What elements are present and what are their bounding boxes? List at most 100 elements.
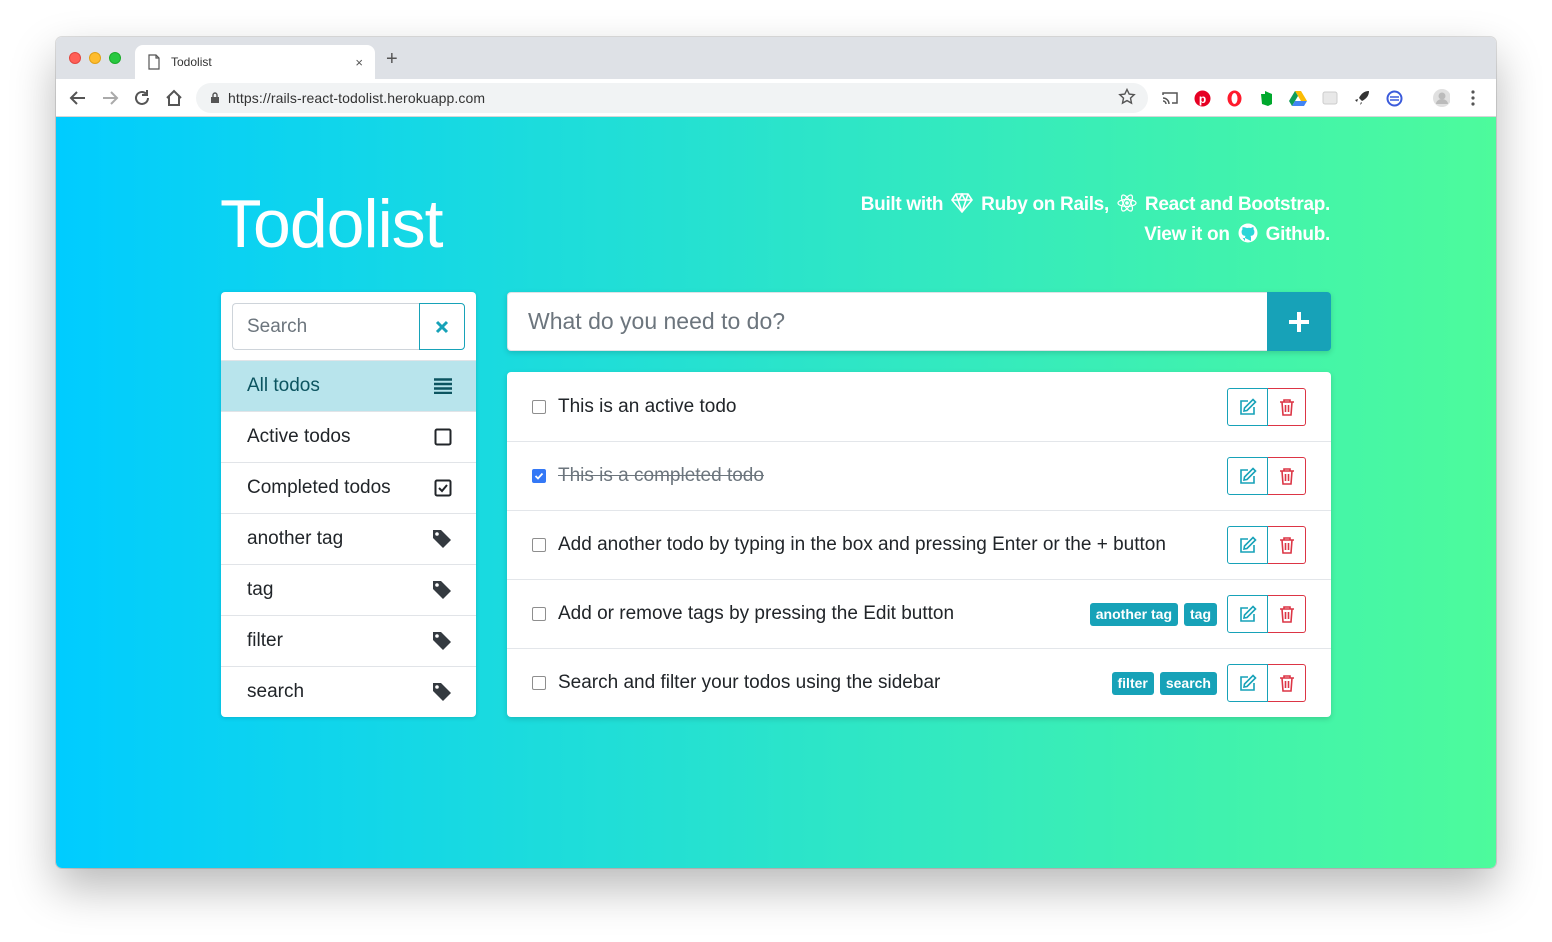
- sidebar-item-completed-todos[interactable]: Completed todos: [221, 462, 476, 513]
- edit-icon: [1239, 397, 1257, 415]
- sync-icon[interactable]: [1385, 89, 1403, 107]
- rocket-icon[interactable]: [1353, 89, 1371, 107]
- tab-close-button[interactable]: ×: [355, 55, 363, 70]
- todo-checkbox[interactable]: [532, 676, 546, 690]
- sidebar-item-label: Active todos: [247, 426, 351, 447]
- sidebar-item-label: search: [247, 681, 305, 702]
- edit-icon: [1239, 674, 1257, 691]
- trash-icon: [1279, 398, 1294, 416]
- minimize-window-button[interactable]: [89, 52, 101, 64]
- delete-button[interactable]: [1268, 664, 1306, 702]
- todo-checkbox[interactable]: [532, 399, 546, 414]
- todo-text: Search and filter your todos using the s…: [558, 672, 941, 693]
- check-square-icon: [434, 479, 452, 497]
- new-todo-form: [507, 292, 1331, 351]
- react-icon: [1117, 194, 1137, 212]
- react-bootstrap-link[interactable]: React and Bootstrap.: [1145, 194, 1330, 215]
- edit-icon: [1239, 605, 1257, 622]
- tag-badge[interactable]: another tag: [1089, 602, 1178, 626]
- zoom-window-button[interactable]: [109, 52, 121, 64]
- search-input[interactable]: [232, 303, 419, 350]
- browser-window: Todolist × + https://rails-react-todolis…: [56, 37, 1496, 868]
- new-tab-button[interactable]: +: [386, 49, 398, 69]
- back-icon[interactable]: [67, 87, 89, 109]
- todo-actions: [1227, 526, 1306, 564]
- browser-toolbar: https://rails-react-todolist.herokuapp.c…: [56, 79, 1496, 117]
- address-bar[interactable]: https://rails-react-todolist.herokuapp.c…: [196, 83, 1148, 113]
- reload-icon[interactable]: [131, 87, 153, 109]
- sidebar-item-active-todos[interactable]: Active todos: [221, 411, 476, 462]
- evernote-icon[interactable]: [1257, 89, 1275, 107]
- todo-actions: [1227, 595, 1306, 633]
- page-icon: [148, 54, 160, 70]
- list-icon: [434, 378, 452, 394]
- ruby-on-rails-link[interactable]: Ruby on Rails,: [981, 194, 1109, 215]
- square-icon: [434, 428, 452, 446]
- built-with-text: Built with: [860, 194, 944, 215]
- credits: Built with Ruby on Rails, React and Boot…: [861, 190, 1330, 250]
- close-window-button[interactable]: [69, 52, 81, 64]
- home-icon[interactable]: [163, 87, 185, 109]
- todo-checkbox[interactable]: [532, 469, 546, 483]
- edit-button[interactable]: [1227, 387, 1268, 426]
- bookmark-star-icon[interactable]: [1118, 88, 1136, 106]
- sidebar-item-all-todos[interactable]: All todos: [221, 360, 476, 411]
- tag-badge[interactable]: filter: [1111, 671, 1154, 695]
- opera-icon[interactable]: [1225, 89, 1243, 107]
- delete-button[interactable]: [1268, 457, 1306, 495]
- edit-button[interactable]: [1227, 664, 1268, 702]
- extension-icon[interactable]: [1321, 89, 1339, 107]
- svg-text:p: p: [1198, 92, 1205, 106]
- delete-button[interactable]: [1268, 595, 1306, 633]
- sidebar-item-label: another tag: [247, 528, 344, 549]
- page-title: Todolist: [220, 186, 444, 262]
- todo-item: Add or remove tags by pressing the Edit …: [507, 579, 1331, 648]
- todo-actions: [1227, 387, 1306, 426]
- edit-button[interactable]: [1227, 457, 1268, 495]
- edit-icon: [1239, 467, 1257, 484]
- tag-icon: [433, 530, 451, 548]
- trash-icon: [1279, 537, 1294, 554]
- sidebar-item-tag-tag[interactable]: tag: [221, 564, 476, 615]
- drive-icon[interactable]: [1289, 89, 1307, 107]
- sidebar-item-tag-filter[interactable]: filter: [221, 615, 476, 666]
- pinterest-icon[interactable]: p: [1193, 89, 1211, 107]
- menu-kebab-icon[interactable]: [1464, 89, 1482, 107]
- todo-item: This is an active todo: [507, 372, 1331, 441]
- todo-checkbox[interactable]: [532, 538, 546, 552]
- url-text: https://rails-react-todolist.herokuapp.c…: [228, 90, 486, 106]
- tab-strip: Todolist × +: [56, 37, 1496, 79]
- sidebar-item-tag-another-tag[interactable]: another tag: [221, 513, 476, 564]
- sidebar-item-label: filter: [247, 630, 283, 651]
- todo-checkbox[interactable]: [532, 607, 546, 621]
- todo-tags: filter search: [1106, 671, 1217, 695]
- edit-icon: [1239, 536, 1257, 553]
- delete-button[interactable]: [1268, 387, 1306, 426]
- checkmark-icon: [534, 472, 544, 480]
- browser-tab[interactable]: Todolist ×: [135, 45, 375, 79]
- delete-button[interactable]: [1268, 526, 1306, 564]
- tag-icon: [433, 632, 451, 650]
- tag-badge[interactable]: tag: [1184, 602, 1217, 626]
- search-row: [221, 292, 476, 360]
- page-content: Todolist Built with Ruby on Rails, React…: [56, 117, 1496, 868]
- clear-search-button[interactable]: [419, 303, 465, 350]
- edit-button[interactable]: [1227, 526, 1268, 564]
- plus-icon: [1289, 311, 1309, 332]
- sidebar: All todos Active todos Completed todos a…: [221, 292, 476, 717]
- sidebar-item-label: tag: [247, 579, 274, 600]
- todo-text: Add another todo by typing in the box an…: [558, 534, 1166, 555]
- new-todo-input[interactable]: [507, 292, 1267, 351]
- add-todo-button[interactable]: [1267, 292, 1331, 351]
- close-icon: [435, 320, 449, 333]
- forward-icon[interactable]: [99, 87, 121, 109]
- cast-icon[interactable]: [1161, 89, 1179, 107]
- todo-item: This is a completed todo: [507, 441, 1331, 510]
- github-link[interactable]: Github.: [1266, 224, 1331, 245]
- gem-icon: [951, 193, 974, 213]
- edit-button[interactable]: [1227, 595, 1268, 633]
- todo-actions: [1227, 664, 1306, 702]
- profile-avatar-icon[interactable]: [1432, 89, 1450, 107]
- tag-badge[interactable]: search: [1159, 671, 1217, 695]
- sidebar-item-tag-search[interactable]: search: [221, 666, 476, 717]
